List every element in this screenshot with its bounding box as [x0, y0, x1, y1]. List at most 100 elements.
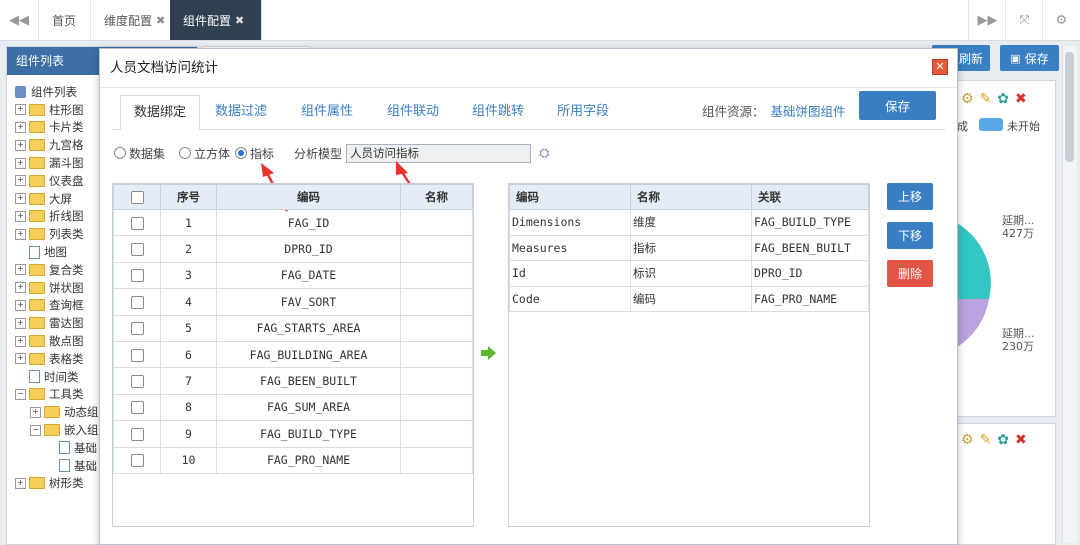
- expand-icon[interactable]: +: [15, 139, 26, 151]
- table-row[interactable]: Measures 指标 FAG_BEEN_BUILT: [509, 234, 869, 262]
- row-checkbox-cell[interactable]: [113, 261, 161, 290]
- model-picker-icon[interactable]: ⛭: [539, 146, 549, 161]
- tree-item[interactable]: + 树形类: [15, 475, 99, 493]
- expand-icon[interactable]: +: [30, 406, 41, 418]
- row-checkbox-cell[interactable]: [113, 288, 161, 316]
- row-checkbox-cell[interactable]: [113, 367, 161, 395]
- tree-item[interactable]: + 大屏: [15, 190, 99, 208]
- edit-icon[interactable]: ✎: [980, 91, 992, 107]
- row-checkbox[interactable]: [130, 295, 144, 309]
- table-row[interactable]: 9 FAG_BUILD_TYPE: [113, 420, 473, 448]
- settings-icon[interactable]: ⚙: [961, 432, 974, 448]
- row-checkbox[interactable]: [130, 322, 144, 336]
- expand-icon[interactable]: +: [15, 477, 26, 489]
- table-row[interactable]: 3 FAG_DATE: [113, 261, 473, 290]
- tab-data-binding[interactable]: 数据绑定: [120, 95, 200, 130]
- table-row[interactable]: Id 标识 DPRO_ID: [509, 260, 869, 287]
- table-row[interactable]: 8 FAG_SUM_AREA: [113, 393, 473, 422]
- row-checkbox[interactable]: [130, 269, 144, 283]
- row-checkbox[interactable]: [130, 427, 144, 441]
- expand-icon[interactable]: +: [15, 175, 26, 187]
- expand-icon[interactable]: +: [15, 228, 26, 240]
- tree-item[interactable]: + 漏斗图: [15, 154, 99, 172]
- row-checkbox-cell[interactable]: [113, 235, 161, 263]
- settings-icon[interactable]: ⚙: [961, 91, 974, 107]
- tree-item[interactable]: 组件列表: [15, 83, 99, 101]
- tab-data-filter[interactable]: 数据过滤: [206, 95, 276, 128]
- row-checkbox[interactable]: [130, 454, 144, 468]
- row-checkbox-cell[interactable]: [113, 446, 161, 474]
- move-down-button[interactable]: 下移: [887, 222, 933, 249]
- tab-home[interactable]: 首页: [38, 0, 91, 40]
- tree-item[interactable]: + 表格类: [15, 350, 99, 368]
- expand-icon[interactable]: +: [15, 299, 26, 311]
- row-checkbox-cell[interactable]: [113, 420, 161, 448]
- expand-icon[interactable]: +: [15, 193, 26, 205]
- expand-icon[interactable]: +: [15, 210, 26, 222]
- save-button-bg[interactable]: ▣ 保存: [1000, 45, 1059, 71]
- row-checkbox[interactable]: [130, 243, 144, 257]
- tree-item[interactable]: +地图: [15, 243, 99, 261]
- row-checkbox-cell[interactable]: [113, 314, 161, 342]
- fullscreen-icon[interactable]: ⤧: [1005, 0, 1043, 40]
- collapse-icon[interactable]: −: [30, 424, 41, 436]
- row-checkbox[interactable]: [130, 216, 144, 230]
- tab-component-jump[interactable]: 组件跳转: [463, 95, 533, 128]
- tree-item[interactable]: + 饼状图: [15, 279, 99, 297]
- resource-link[interactable]: 基础饼图组件: [771, 104, 846, 119]
- radio-indicator[interactable]: [235, 147, 248, 159]
- gear-icon[interactable]: ✿: [997, 432, 1009, 448]
- expand-icon[interactable]: +: [15, 121, 26, 133]
- expand-icon[interactable]: +: [15, 335, 26, 347]
- tree-item[interactable]: + 查询框: [15, 297, 99, 315]
- add-to-right-icon[interactable]: [481, 346, 497, 360]
- row-checkbox-cell[interactable]: [113, 393, 161, 422]
- table-row[interactable]: 5 FAG_STARTS_AREA: [113, 314, 473, 342]
- radio-dataset[interactable]: [114, 147, 126, 159]
- expand-icon[interactable]: +: [15, 264, 26, 276]
- tree-item[interactable]: − 嵌入组: [15, 421, 99, 439]
- expand-icon[interactable]: +: [15, 317, 26, 329]
- gear-icon[interactable]: ⚙: [1042, 0, 1080, 40]
- tree-item[interactable]: − 工具类: [15, 386, 99, 404]
- tree-item[interactable]: +时间类: [15, 368, 99, 386]
- row-checkbox-cell[interactable]: [113, 208, 161, 237]
- row-checkbox[interactable]: [130, 375, 144, 389]
- close-icon[interactable]: ✕: [932, 59, 948, 75]
- close-icon[interactable]: ✖: [1015, 432, 1027, 448]
- tree-item[interactable]: + 卡片类: [15, 119, 99, 137]
- table-row[interactable]: 4 FAV_SORT: [113, 288, 473, 316]
- row-checkbox[interactable]: [130, 348, 144, 362]
- scroll-left-icon[interactable]: ◀◀: [0, 0, 39, 40]
- delete-button[interactable]: 删除: [887, 260, 933, 287]
- collapse-icon[interactable]: −: [15, 388, 26, 400]
- table-row[interactable]: 6 FAG_BUILDING_AREA: [113, 340, 473, 369]
- expand-icon[interactable]: +: [15, 157, 26, 169]
- tree-item[interactable]: +基础: [15, 457, 99, 475]
- table-row[interactable]: 2 DPRO_ID: [113, 235, 473, 263]
- expand-icon[interactable]: +: [15, 282, 26, 294]
- tree-item[interactable]: + 复合类: [15, 261, 99, 279]
- move-up-button[interactable]: 上移: [887, 183, 933, 210]
- tree-item[interactable]: + 九宫格: [15, 136, 99, 154]
- table-row[interactable]: 10 FAG_PRO_NAME: [113, 446, 473, 474]
- table-row[interactable]: Code 编码 FAG_PRO_NAME: [509, 285, 869, 313]
- row-checkbox[interactable]: [130, 401, 144, 415]
- tab-component-config[interactable]: 组件配置 ✖: [170, 0, 262, 40]
- tree-item[interactable]: +基础: [15, 439, 99, 457]
- tree-item[interactable]: + 柱形图: [15, 101, 99, 119]
- table-row[interactable]: 7 FAG_BEEN_BUILT: [113, 367, 473, 395]
- close-icon[interactable]: ✖: [156, 14, 165, 27]
- save-button[interactable]: 保存: [859, 91, 936, 120]
- tree-item[interactable]: + 动态组: [15, 403, 99, 421]
- scrollbar[interactable]: [1062, 46, 1077, 543]
- tree-item[interactable]: + 仪表盘: [15, 172, 99, 190]
- close-icon[interactable]: ✖: [235, 14, 244, 27]
- select-all-checkbox[interactable]: [130, 191, 144, 204]
- tab-component-properties[interactable]: 组件属性: [292, 95, 362, 128]
- edit-icon[interactable]: ✎: [980, 432, 992, 448]
- expand-icon[interactable]: +: [15, 353, 26, 365]
- scrollbar-thumb[interactable]: [1065, 52, 1074, 162]
- tree-item[interactable]: + 折线图: [15, 208, 99, 226]
- scroll-right-icon[interactable]: ▶▶: [968, 0, 1006, 40]
